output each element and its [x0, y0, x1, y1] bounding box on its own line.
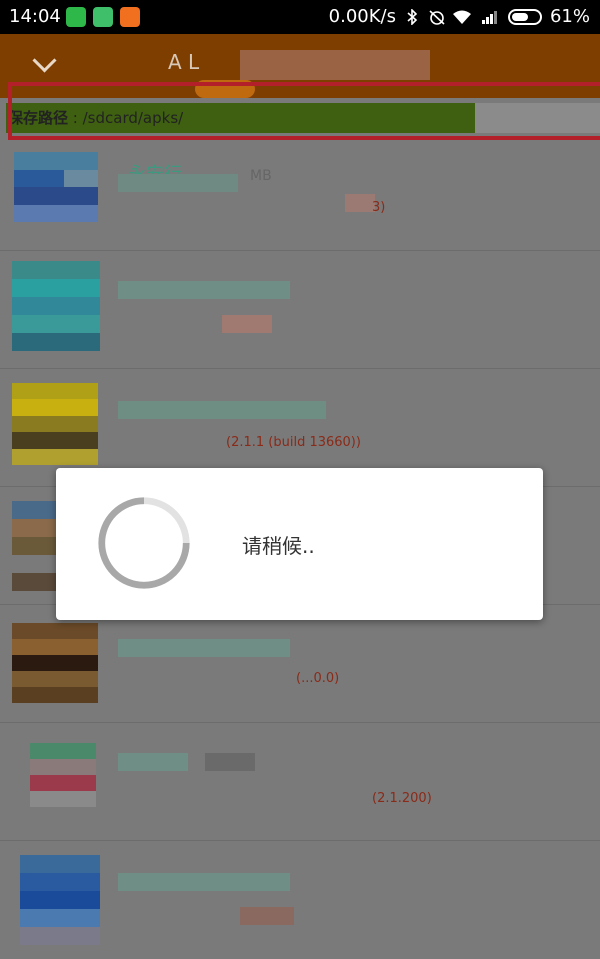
- phone-app-icon: [66, 7, 86, 27]
- wifi-icon: [452, 9, 472, 25]
- app-title-mosaic: [205, 753, 255, 771]
- version-mosaic: [222, 315, 272, 333]
- silent-alarm-icon: [428, 9, 445, 25]
- app-version: (...0.0): [296, 671, 340, 686]
- status-bar: 14:04 0.00K/s 61%: [0, 0, 600, 34]
- app-title-mosaic: [118, 401, 326, 419]
- app-icon: [20, 855, 100, 945]
- list-item[interactable]: (...0.0): [0, 605, 600, 723]
- app-title-mosaic: [118, 639, 290, 657]
- app-icon: [12, 383, 98, 465]
- app-title-mosaic: [118, 174, 238, 192]
- app-size: MB: [250, 168, 272, 184]
- app-bar-title: A L: [168, 50, 200, 74]
- app-title-mosaic: [118, 281, 290, 299]
- bluetooth-icon: [404, 7, 420, 26]
- network-speed: 0.00K/s: [328, 6, 396, 27]
- app-icon: [14, 152, 98, 240]
- messenger-app-icon: [93, 7, 113, 27]
- list-item[interactable]: [0, 251, 600, 369]
- list-item[interactable]: 永安行 MB 3): [0, 140, 600, 251]
- app-icon: [12, 623, 98, 703]
- battery-percent: 61%: [549, 6, 590, 27]
- loading-spinner-icon: [98, 497, 190, 589]
- app-icon: [12, 261, 100, 351]
- status-time: 14:04: [9, 6, 61, 27]
- battery-icon: [507, 8, 542, 25]
- title-mosaic: [240, 50, 430, 80]
- list-item[interactable]: [0, 841, 600, 959]
- app-version: 3): [372, 200, 386, 215]
- app-title-mosaic: [118, 753, 188, 771]
- loading-dialog: 请稍候..: [56, 468, 543, 620]
- version-mosaic: [345, 194, 375, 212]
- app-icon: [30, 743, 96, 823]
- mi-app-icon: [120, 7, 140, 27]
- signal-icon: [480, 9, 500, 25]
- app-version: (2.1.1 (build 13660)): [226, 435, 361, 450]
- list-item[interactable]: (2.1.200): [0, 723, 600, 841]
- version-mosaic: [240, 907, 294, 925]
- app-title-mosaic: [118, 873, 290, 891]
- app-icon: [12, 501, 56, 591]
- highlight-box: [8, 82, 600, 140]
- app-version: (2.1.200): [372, 791, 432, 806]
- dialog-message: 请稍候..: [242, 534, 315, 558]
